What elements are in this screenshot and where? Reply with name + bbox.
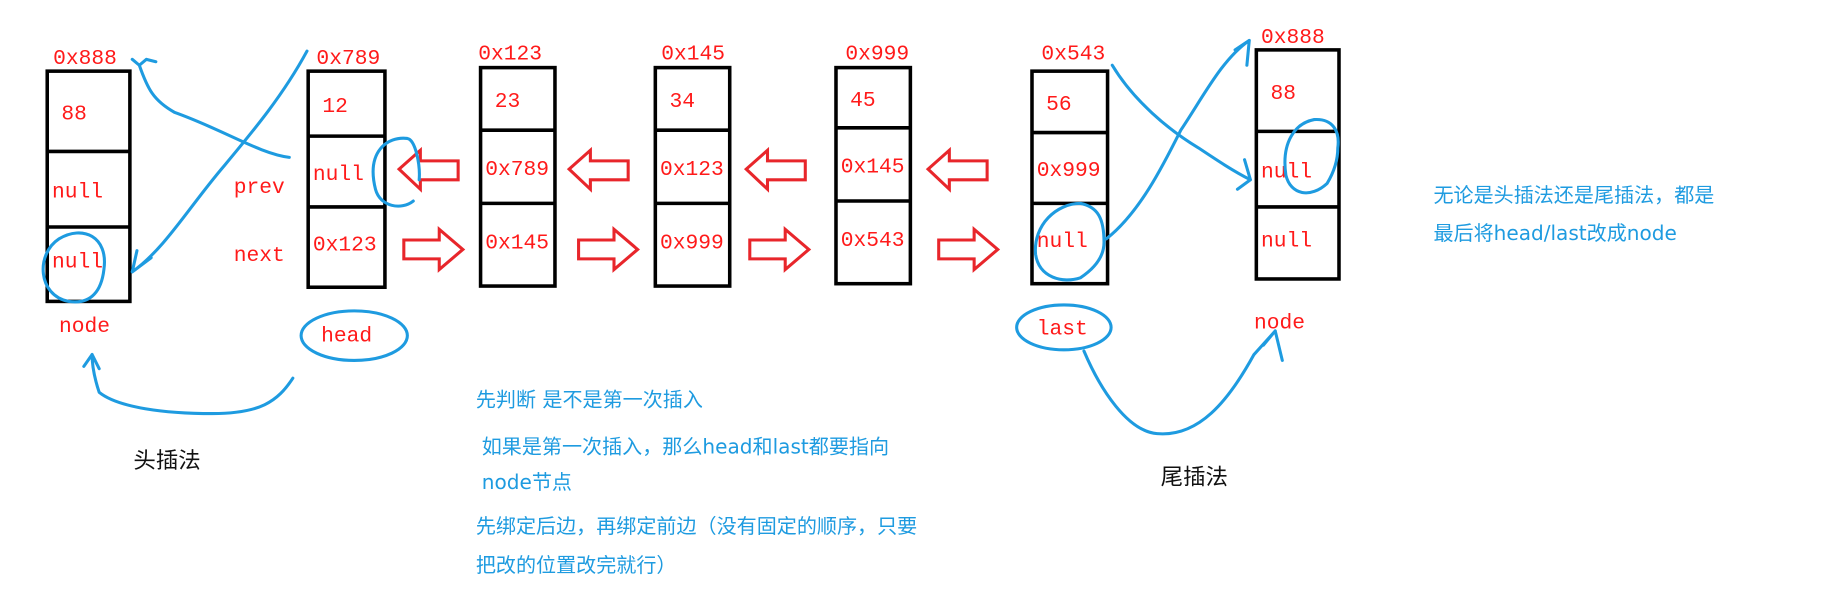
node-prev: null — [313, 163, 364, 187]
prev-arrow — [743, 146, 807, 193]
arrow-head-prev-to-node — [130, 57, 291, 159]
arrow-last-next-to-node — [1104, 38, 1251, 241]
list-node: 0x88888nullnull — [1254, 26, 1341, 281]
node-data: 34 — [669, 90, 695, 114]
node-data: 12 — [322, 95, 348, 119]
head-pointer-label: head — [321, 325, 372, 349]
tail-insert-node-caption: node — [1254, 312, 1305, 336]
summary-line-1: 无论是头插法还是尾插法，都是 — [1433, 183, 1714, 207]
next-arrow — [937, 226, 1001, 273]
next-arrow — [748, 226, 812, 273]
node-prev: 0x123 — [660, 158, 724, 182]
node-address: 0x789 — [316, 47, 380, 71]
tail-insert-title: 尾插法 — [1161, 464, 1228, 490]
node-address: 0x888 — [53, 47, 117, 71]
note-line-1: 先判断 是不是第一次插入 — [476, 387, 703, 411]
node-data: 88 — [61, 103, 87, 127]
node-next: 0x543 — [841, 229, 905, 253]
last-pointer-label: last — [1037, 317, 1088, 341]
circle-head-prev — [371, 136, 421, 208]
note-line-4: 先绑定后边，再绑定前边（没有固定的顺序，只要 — [476, 514, 917, 538]
list-node: 0x145 34 0x123 0x999 — [653, 42, 732, 288]
node-next: 0x123 — [313, 234, 377, 258]
node-data: 88 — [1271, 82, 1297, 106]
note-line-5: 把改的位置改完就行） — [476, 553, 677, 577]
node-address: 0x999 — [845, 42, 909, 66]
prev-arrow — [396, 146, 460, 193]
next-arrow — [577, 226, 640, 273]
arrow-last-to-node — [1082, 329, 1284, 436]
head-insert-node-caption: node — [59, 315, 110, 339]
node-next: 0x145 — [485, 231, 549, 255]
node-next: null — [1261, 229, 1312, 253]
note-line-2: 如果是第一次插入，那么head和last都要指向 — [482, 435, 889, 459]
note-line-3: node节点 — [482, 470, 572, 494]
node-next: null — [52, 251, 103, 275]
node-data: 45 — [850, 89, 876, 113]
node-data: 23 — [495, 90, 521, 114]
summary-line-2: 最后将head/last改成node — [1433, 221, 1676, 245]
node-data: 56 — [1046, 93, 1072, 117]
node-next: 0x999 — [660, 231, 724, 255]
prev-arrow — [925, 146, 989, 193]
arrow-head-to-node — [82, 353, 295, 416]
list-node: 0x888 88 null null — [45, 47, 132, 304]
field-label-next: next — [234, 244, 285, 268]
node-prev: 0x789 — [485, 158, 549, 182]
head-insert-title: 头插法 — [133, 448, 200, 474]
arrow-node-next-to-head — [130, 49, 309, 274]
list-node: 0x999 45 0x145 0x543 — [834, 42, 913, 286]
next-arrow — [402, 226, 466, 273]
node-address: 0x543 — [1041, 42, 1105, 66]
node-address: 0x888 — [1261, 26, 1325, 50]
list-node: 0x543 56 0x999 null — [1030, 42, 1110, 286]
node-address: 0x123 — [478, 42, 542, 66]
node-prev: 0x999 — [1037, 159, 1101, 183]
node-prev: null — [52, 180, 103, 204]
field-label-prev: prev — [234, 176, 285, 200]
linked-list-diagram: 0x88888nullnull0x78912null0x1230x123230x… — [41, 26, 1714, 577]
node-address: 0x145 — [661, 42, 725, 66]
prev-arrow — [566, 146, 630, 193]
list-node: 0x123 23 0x789 0x145 — [478, 42, 557, 288]
node-next: null — [1037, 230, 1088, 254]
node-prev: 0x145 — [841, 156, 905, 180]
